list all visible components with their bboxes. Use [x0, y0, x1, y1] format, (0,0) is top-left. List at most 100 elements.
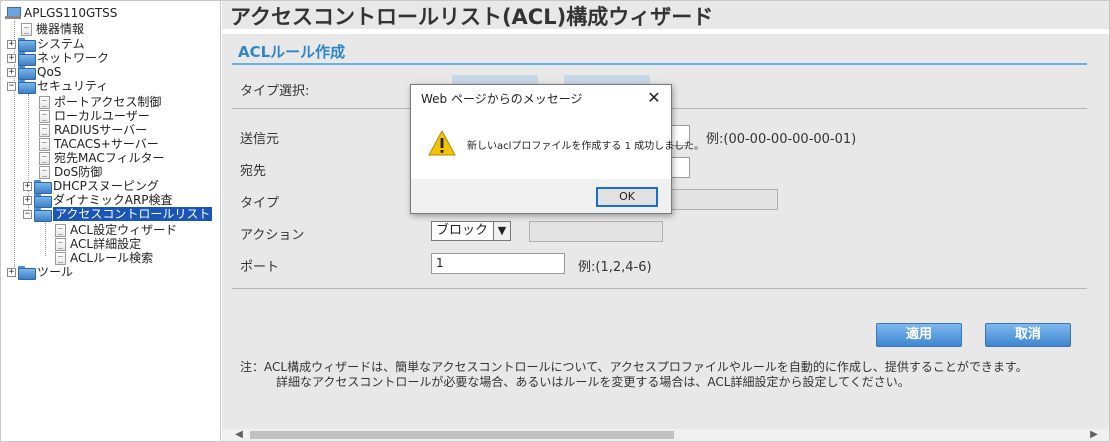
- tree-item-tools[interactable]: + ツール: [7, 265, 74, 280]
- title-underline: [222, 29, 1109, 34]
- folder-icon: [34, 194, 52, 208]
- tree-item-label: ローカルユーザー: [54, 109, 150, 123]
- tree-item-mac-filter[interactable]: 宛先MACフィルター: [39, 151, 165, 165]
- document-icon: [55, 223, 66, 237]
- section-heading: ACLルール作成: [238, 43, 346, 61]
- tree-root-label: APLGS110GTSS: [24, 6, 118, 20]
- scroll-right-icon[interactable]: ▶: [1087, 429, 1101, 441]
- tree-item-label: 宛先MACフィルター: [54, 151, 165, 165]
- close-icon[interactable]: ✕: [645, 89, 663, 107]
- cancel-button[interactable]: 取消: [985, 323, 1071, 347]
- document-icon: [21, 22, 32, 36]
- expand-icon[interactable]: +: [23, 181, 32, 191]
- section-divider: [232, 63, 1087, 65]
- tree-item-tacacs[interactable]: TACACS+サーバー: [39, 137, 159, 151]
- divider: [232, 288, 1087, 289]
- expand-icon[interactable]: +: [23, 195, 32, 205]
- tree-item-label: ACL詳細設定: [70, 237, 142, 251]
- document-icon: [39, 151, 50, 165]
- action-select-value: ブロック: [436, 223, 489, 238]
- document-icon: [39, 165, 50, 179]
- tree-item-label: ACLルール検索: [70, 251, 154, 265]
- open-folder-icon: [18, 80, 36, 94]
- folder-icon: [18, 266, 36, 280]
- expand-icon[interactable]: +: [7, 39, 16, 49]
- note-line-2: 詳細なアクセスコントロールが必要な場合、あるいはルールを変更する場合は、ACL詳…: [276, 375, 910, 389]
- tree-item-arp-inspection[interactable]: + ダイナミックARP検査: [23, 193, 173, 208]
- type-select-label: タイプ選択:: [240, 84, 310, 99]
- tree-item-label: QoS: [37, 65, 62, 79]
- tree-item-network[interactable]: + ネットワーク: [7, 51, 110, 66]
- tree-item-security[interactable]: − セキュリティ: [7, 79, 109, 94]
- tree-item-dos[interactable]: DoS防御: [39, 165, 102, 179]
- tree-item-port-access[interactable]: ポートアクセス制御: [39, 95, 161, 109]
- apply-button[interactable]: 適用: [876, 323, 962, 347]
- tree-item-label: 機器情報: [36, 22, 85, 36]
- ok-button[interactable]: OK: [596, 187, 658, 207]
- action-select[interactable]: ブロック ▼: [431, 221, 511, 241]
- main-panel: アクセスコントロールリスト(ACL)構成ウィザード ACLルール作成 タイプ選択…: [222, 1, 1109, 441]
- tree-item-label: セキュリティ: [37, 79, 109, 93]
- folder-icon: [18, 38, 36, 52]
- destination-label: 宛先: [240, 164, 267, 179]
- navigation-tree: APLGS110GTSS 機器情報 + システム + ネットワーク + QoS …: [1, 1, 221, 441]
- port-label: ポート: [240, 260, 280, 275]
- tree-root[interactable]: APLGS110GTSS: [5, 6, 117, 20]
- switch-device-icon: [5, 7, 21, 19]
- dialog-message: 新しいaclプロファイルを作成する 1 成功しました。: [467, 141, 705, 152]
- chevron-down-icon: ▼: [493, 222, 510, 240]
- expand-icon[interactable]: +: [7, 53, 16, 63]
- type-input: [666, 189, 778, 210]
- tree-item-label: ツール: [37, 265, 74, 279]
- tree-item-label: DHCPスヌーピング: [53, 179, 159, 193]
- tree-item-label: ネットワーク: [37, 51, 110, 65]
- message-dialog: Web ページからのメッセージ ✕ 新しいaclプロファイルを作成する 1 成功…: [410, 84, 704, 214]
- dialog-title: Web ページからのメッセージ: [411, 85, 671, 113]
- expand-icon[interactable]: +: [7, 267, 16, 277]
- folder-icon: [18, 52, 36, 66]
- page-title: アクセスコントロールリスト(ACL)構成ウィザード: [230, 5, 714, 29]
- document-icon: [39, 137, 50, 151]
- tree-item-acl[interactable]: − アクセスコントロールリスト: [23, 207, 213, 222]
- tree-item-qos[interactable]: + QoS: [7, 65, 62, 80]
- tree-item-label: TACACS+サーバー: [54, 137, 159, 151]
- document-icon: [39, 109, 50, 123]
- source-label: 送信元: [240, 132, 280, 147]
- tree-item-label: RADIUSサーバー: [54, 123, 148, 137]
- type-label: タイプ: [240, 196, 280, 211]
- scroll-thumb[interactable]: [250, 431, 674, 439]
- document-icon: [39, 95, 50, 109]
- tree-item-label: ACL設定ウィザード: [70, 223, 178, 237]
- tree-item-radius[interactable]: RADIUSサーバー: [39, 123, 147, 137]
- collapse-icon[interactable]: −: [23, 209, 32, 219]
- document-icon: [39, 123, 50, 137]
- tree-item-label-selected: アクセスコントロールリスト: [53, 207, 213, 221]
- open-folder-icon: [34, 208, 52, 222]
- source-example: 例:(00-00-00-00-00-01): [706, 132, 857, 147]
- action-extra-input: [529, 221, 663, 242]
- tree-item-dhcp-snooping[interactable]: + DHCPスヌーピング: [23, 179, 159, 194]
- tree-connector: [45, 218, 46, 256]
- tree-item-system[interactable]: + システム: [7, 37, 85, 52]
- document-icon: [55, 237, 66, 251]
- tree-item-label: システム: [37, 37, 85, 51]
- document-icon: [55, 251, 66, 265]
- expand-icon[interactable]: +: [7, 67, 16, 77]
- port-input[interactable]: 1: [431, 253, 565, 274]
- folder-icon: [34, 180, 52, 194]
- warning-icon: [428, 129, 456, 156]
- tree-item-label: DoS防御: [54, 165, 103, 179]
- tree-item-label: ダイナミックARP検査: [53, 193, 173, 207]
- tree-item-local-user[interactable]: ローカルユーザー: [39, 109, 150, 123]
- collapse-icon[interactable]: −: [7, 81, 16, 91]
- horizontal-scrollbar[interactable]: ◀ ▶: [222, 429, 1109, 441]
- scroll-left-icon[interactable]: ◀: [232, 429, 246, 441]
- tree-item-acl-wizard[interactable]: ACL設定ウィザード: [55, 223, 177, 237]
- port-example: 例:(1,2,4-6): [578, 260, 652, 275]
- tree-item-acl-rule-search[interactable]: ACLルール検索: [55, 251, 153, 265]
- dialog-body: 新しいaclプロファイルを作成する 1 成功しました。: [411, 113, 704, 179]
- tree-item-acl-detail[interactable]: ACL詳細設定: [55, 237, 141, 251]
- tree-item-device-info[interactable]: 機器情報: [21, 22, 84, 36]
- folder-icon: [18, 66, 36, 80]
- action-label: アクション: [240, 228, 305, 243]
